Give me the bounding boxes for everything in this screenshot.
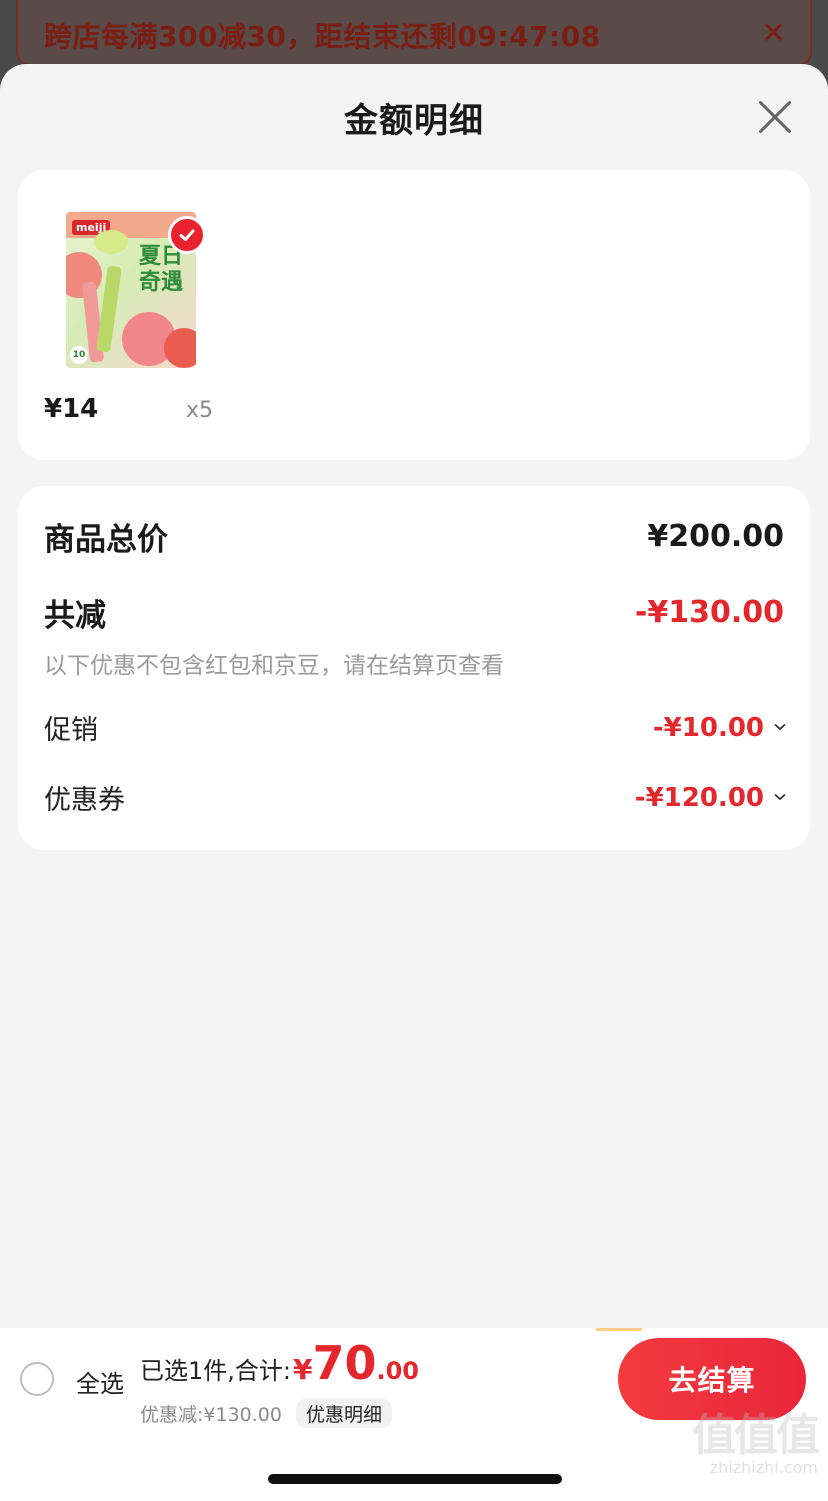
product-quantity: x5 [186, 398, 214, 423]
accent-line [596, 1328, 642, 1331]
promotion-label: 促销 [44, 715, 98, 746]
coupon-label: 优惠券 [44, 785, 125, 816]
total-reduction-value: -¥130.00 [634, 595, 784, 630]
promotion-value-wrap[interactable]: -¥10.00 [652, 712, 786, 743]
watermark: 值值值 zhizhizhi.com [692, 1410, 820, 1478]
selected-count-label: 已选1件,合计: [140, 1357, 291, 1385]
total-reduction-label: 共减 [44, 598, 106, 634]
total-amount-integer: 70 [312, 1336, 377, 1390]
selected-total: 已选1件,合计: ¥ 70 .00 [140, 1340, 419, 1386]
chevron-down-icon[interactable] [774, 793, 786, 803]
sheet-header: 金额明细 [0, 64, 828, 170]
chevron-down-icon[interactable] [774, 723, 786, 733]
total-reduction-row: 共减 -¥130.00 [44, 590, 784, 635]
product-price: ¥14 [44, 394, 99, 424]
price-summary-card: 商品总价 ¥200.00 共减 -¥130.00 以下优惠不包含红包和京豆，请在… [18, 486, 810, 850]
coupon-value: -¥120.00 [634, 782, 764, 813]
sheet-title: 金额明细 [344, 100, 484, 141]
total-price-label: 商品总价 [44, 522, 168, 558]
close-icon[interactable]: ✕ [761, 15, 786, 49]
discount-line: 优惠减:¥130.00 优惠明细 [140, 1398, 392, 1429]
pack-count: 10 [70, 346, 88, 364]
total-price-value: ¥200.00 [647, 519, 784, 554]
currency-symbol: ¥ [292, 1353, 313, 1386]
amount-detail-sheet: 金额明细 meiji 夏日奇遇 10 ¥14 x5 商品总价 ¥200.00 共 [0, 64, 828, 1501]
watermark-logo: 值值值 [692, 1410, 820, 1461]
home-indicator[interactable] [268, 1474, 562, 1484]
coupon-row[interactable]: 优惠券 -¥120.00 [44, 778, 786, 817]
fruit-decoration [164, 328, 196, 368]
select-all-label[interactable]: 全选 [76, 1364, 124, 1399]
discount-detail-button[interactable]: 优惠明细 [295, 1398, 392, 1429]
checkmark-icon[interactable] [168, 216, 206, 254]
close-icon[interactable] [758, 100, 792, 134]
promotion-value: -¥10.00 [652, 712, 764, 743]
grape-decoration [94, 230, 128, 254]
select-all-radio[interactable] [20, 1362, 54, 1396]
promo-text: 跨店每满300减30，距结束还剩09:47:08 [44, 20, 601, 53]
promotion-row[interactable]: 促销 -¥10.00 [44, 708, 786, 747]
watermark-text: zhizhizhi.com [709, 1458, 818, 1477]
total-price-row: 商品总价 ¥200.00 [44, 514, 784, 559]
discount-note: 以下优惠不包含红包和京豆，请在结算页查看 [44, 653, 504, 679]
product-card: meiji 夏日奇遇 10 ¥14 x5 [18, 170, 810, 460]
discount-amount: 优惠减:¥130.00 [140, 1404, 282, 1426]
promo-banner: 跨店每满300减30，距结束还剩09:47:08 ✕ [16, 0, 812, 66]
total-amount-decimal: .00 [376, 1357, 419, 1385]
checkout-button[interactable]: 去结算 [618, 1338, 806, 1420]
coupon-value-wrap[interactable]: -¥120.00 [634, 782, 786, 813]
